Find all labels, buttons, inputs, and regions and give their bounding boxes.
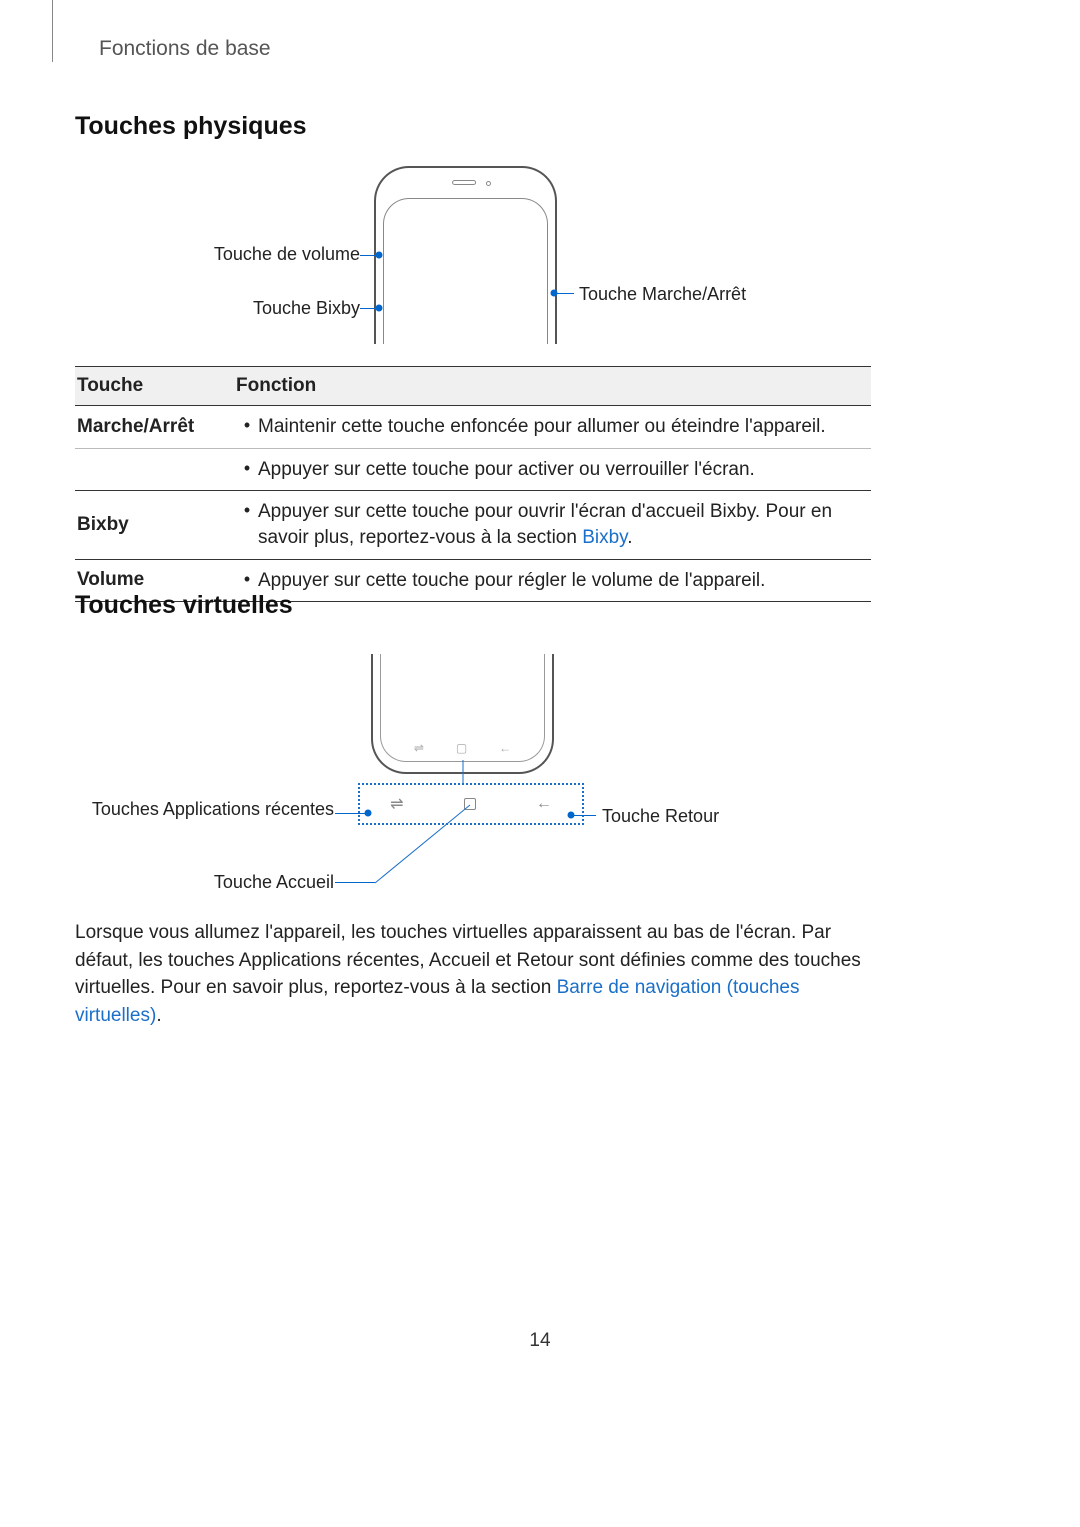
label-power-key: Touche Marche/Arrêt (579, 284, 746, 305)
header-rule (52, 0, 53, 62)
leader-line-diagonal (375, 795, 495, 910)
key-name: Bixby (75, 491, 230, 558)
table-header-row: Touche Fonction (75, 367, 871, 406)
function-text: Appuyer sur cette touche pour activer ou… (258, 457, 755, 483)
section-title-virtual-keys: Touches virtuelles (75, 591, 293, 620)
function-text: Appuyer sur cette touche pour ouvrir l'é… (258, 499, 865, 550)
leader-dot-icon (376, 252, 383, 259)
table-header-key: Touche (75, 367, 230, 405)
bullet-icon: • (236, 457, 258, 480)
leader-dot-icon (376, 305, 383, 312)
function-text: Appuyer sur cette touche pour régler le … (258, 568, 765, 594)
page-number: 14 (529, 1330, 550, 1352)
leader-dot-icon (551, 290, 558, 297)
paragraph-virtual-keys: Lorsque vous allumez l'appareil, les tou… (75, 919, 880, 1029)
leader-dot-icon (568, 812, 575, 819)
leader-line-vertical (455, 760, 475, 788)
sensor-icon (486, 181, 491, 186)
bullet-icon: • (236, 499, 258, 522)
label-home-key: Touche Accueil (214, 872, 334, 893)
leader-line (335, 882, 375, 883)
label-volume-key: Touche de volume (214, 244, 360, 265)
key-name-empty (75, 448, 230, 491)
key-name: Marche/Arrêt (75, 406, 230, 448)
link-bixby[interactable]: Bixby (582, 527, 627, 548)
section-title-physical-keys: Touches physiques (75, 112, 307, 141)
phone-bottom-illustration: ⇌ ▢ ← (371, 654, 554, 774)
table-row: •Appuyer sur cette touche pour activer o… (75, 448, 871, 492)
leader-dot-icon (365, 810, 372, 817)
nav-icons-small: ⇌ ▢ ← (398, 741, 527, 755)
speaker-icon (452, 180, 476, 185)
diagram-virtual-keys: ⇌ ▢ ← ⇌ ← Touches Applications récentes … (0, 650, 1080, 900)
recent-apps-icon: ⇌ (414, 741, 424, 755)
back-icon: ← (499, 741, 511, 755)
back-icon: ← (536, 795, 552, 813)
table-row: Marche/Arrêt •Maintenir cette touche enf… (75, 406, 871, 449)
diagram-physical-keys: Touche de volume Touche Bixby Touche Mar… (0, 160, 1080, 360)
label-bixby-key: Touche Bixby (253, 298, 360, 319)
leader-line (335, 813, 367, 814)
keys-function-table: Touche Fonction Marche/Arrêt •Maintenir … (75, 366, 871, 602)
breadcrumb: Fonctions de base (99, 37, 271, 61)
function-text: Maintenir cette touche enfoncée pour all… (258, 414, 826, 440)
bullet-icon: • (236, 414, 258, 437)
home-icon: ▢ (456, 741, 467, 755)
phone-top-illustration (374, 166, 557, 344)
table-row: Bixby •Appuyer sur cette touche pour ouv… (75, 491, 871, 559)
table-header-function: Fonction (230, 367, 871, 405)
leader-line (571, 815, 596, 816)
label-back-key: Touche Retour (602, 806, 719, 827)
bullet-icon: • (236, 568, 258, 591)
label-recent-apps: Touches Applications récentes (92, 798, 334, 821)
